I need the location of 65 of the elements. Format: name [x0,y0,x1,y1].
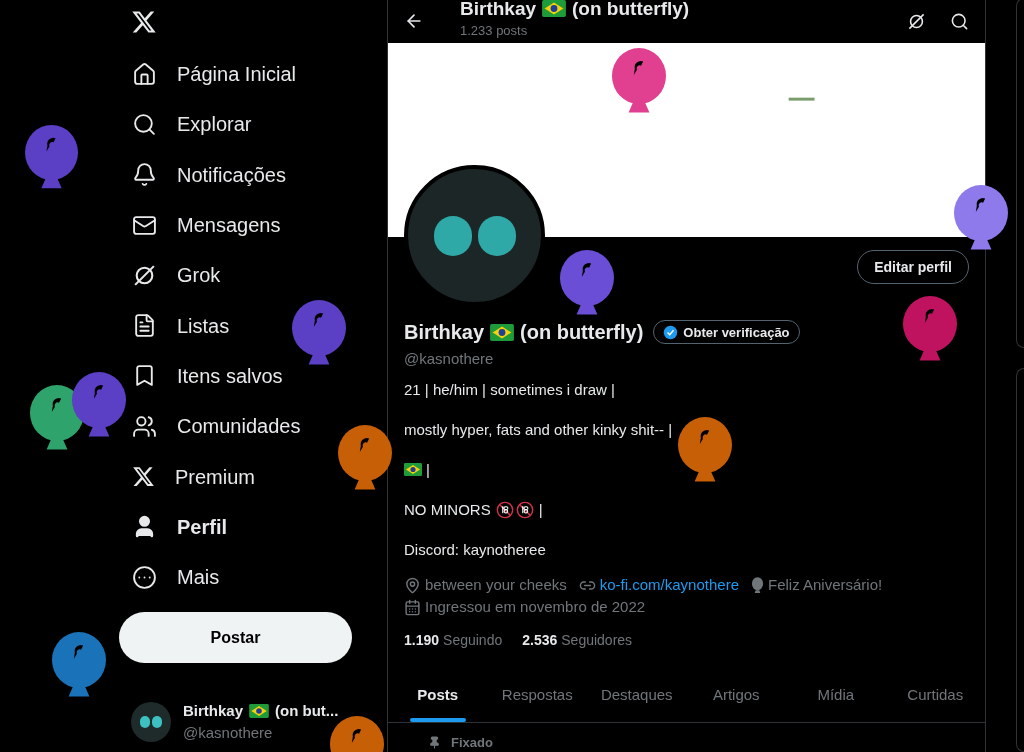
avatar[interactable] [131,702,171,742]
handle: @kasnothere [404,349,495,370]
website-link[interactable]: ko-fi.com/kaynothere [599,573,739,597]
verified-icon [663,324,679,340]
display-name: (on butterfly) [572,0,690,21]
profile-tab[interactable]: Mídia [786,668,886,722]
following-count[interactable]: 1.190 [404,629,440,651]
location-icon [404,576,421,594]
no-minors-icon [495,500,514,519]
profile-tab[interactable]: Destaques [587,668,687,722]
bio-line: Discord: kaynotheree [404,539,547,560]
verify-button[interactable]: Obter verificação [653,320,800,345]
flag-icon [490,323,515,341]
profile-tab[interactable]: Respostas [487,668,587,722]
nav-item[interactable]: Premium [175,461,255,492]
balloon-icon [751,576,764,594]
nav-item[interactable]: Explorar [177,109,252,140]
grok-icon[interactable] [907,12,926,31]
display-name: Birthkay [404,320,485,346]
profile-tab[interactable]: Posts [388,668,488,722]
post-count: 1.233 posts [460,21,529,40]
flag-icon [542,0,567,18]
search-icon[interactable] [132,111,157,137]
pin-icon [428,735,441,749]
flag-icon [249,703,270,718]
display-name: Birthkay [460,0,537,21]
nav-item[interactable]: Mais [177,562,220,593]
no-minors-icon [515,500,534,519]
display-name: (on but... [275,700,339,721]
flag-icon [404,463,422,477]
pinned-label: Fixado [451,733,493,752]
bio-line: | [426,459,430,480]
nav-item[interactable]: Mensagens [177,210,281,241]
bio-line: 21 | he/him | sometimes i draw | [404,379,616,400]
join-date: Ingressou em novembro de 2022 [425,597,646,618]
bell-icon[interactable] [132,162,157,188]
more-icon[interactable] [132,564,157,590]
bio-line: NO MINORS [404,499,491,520]
nav-item[interactable]: Comunidades [177,411,301,442]
nav-item[interactable]: Itens salvos [177,360,283,391]
calendar-icon [404,599,421,617]
list-icon[interactable] [132,313,157,339]
bio-line: mostly hyper, fats and other kinky shit-- | [404,419,674,440]
display-name: (on butterfly) [520,320,644,346]
location: between your cheeks [425,574,567,595]
profile-tab[interactable]: Artigos [686,668,786,722]
nav-item[interactable]: Grok [177,260,221,291]
following-label[interactable]: Seguindo [443,629,503,651]
x-logo[interactable] [131,9,157,35]
search-icon[interactable] [950,12,969,31]
nav-item[interactable]: Perfil [177,511,228,542]
followers-count[interactable]: 2.536 [522,629,558,651]
birthday: Feliz Aniversário! [768,574,883,595]
people-icon[interactable] [132,413,157,439]
x-logo[interactable] [132,465,155,488]
display-name: Birthkay [183,700,244,721]
profile-tab[interactable]: Curtidas [885,668,985,722]
nav-item[interactable]: Notificações [177,159,286,190]
nav-item[interactable]: Listas [177,310,230,341]
handle: @kasnothere [183,723,274,743]
home-icon[interactable] [132,61,157,87]
nav-item[interactable]: Página Inicial [177,59,296,90]
post-button[interactable]: Postar [119,612,352,664]
followers-label[interactable]: Seguidores [561,629,633,651]
bio-line: | [538,499,543,520]
